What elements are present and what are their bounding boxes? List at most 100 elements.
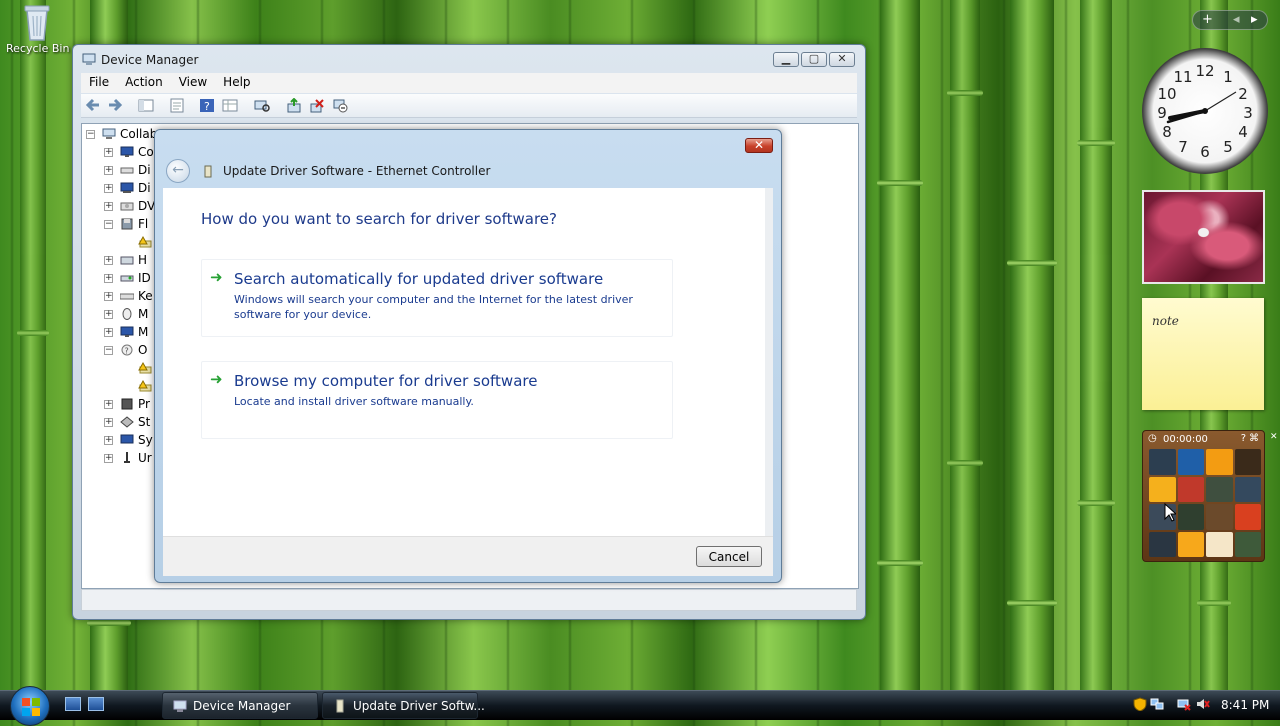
- green-arrow-icon: ➜: [210, 268, 223, 286]
- uninstall-icon[interactable]: [309, 98, 325, 113]
- ethernet-controller-icon: [333, 699, 347, 713]
- clock-gadget[interactable]: 12 1 2 3 4 5 6 7 8 9 10 11: [1142, 48, 1268, 174]
- dialog-header: ← Update Driver Software - Ethernet Cont…: [156, 156, 780, 186]
- puzzle-tile[interactable]: [1234, 476, 1261, 502]
- tree-item-label: Pr: [138, 397, 150, 411]
- forward-arrow-icon[interactable]: [107, 98, 123, 113]
- taskbar-button-label: Device Manager: [193, 699, 291, 713]
- menu-view[interactable]: View: [171, 73, 215, 93]
- dialog-scrollbar[interactable]: [765, 188, 773, 536]
- expand-icon[interactable]: +: [104, 418, 113, 427]
- puzzle-tile[interactable]: [1149, 449, 1176, 475]
- expand-icon[interactable]: +: [104, 400, 113, 409]
- back-arrow-icon: ←: [172, 162, 184, 178]
- console-tree-icon[interactable]: [138, 98, 154, 113]
- puzzle-tile[interactable]: [1206, 504, 1233, 530]
- taskbar-clock[interactable]: 8:41 PM: [1221, 698, 1269, 712]
- network-status-icon[interactable]: [1177, 697, 1191, 711]
- expand-icon[interactable]: +: [104, 328, 113, 337]
- puzzle-tile[interactable]: [1206, 531, 1233, 557]
- puzzle-tile[interactable]: [1234, 531, 1261, 557]
- tree-item-label: Co: [138, 145, 154, 159]
- close-button[interactable]: ✕: [829, 52, 855, 67]
- show-desktop-icon[interactable]: [65, 697, 81, 711]
- scan-hardware-icon[interactable]: [254, 98, 270, 113]
- device-manager-title: Device Manager: [101, 53, 199, 67]
- volume-muted-icon[interactable]: [1196, 697, 1210, 711]
- previous-page-icon[interactable]: ◂: [1233, 12, 1240, 27]
- menu-action[interactable]: Action: [117, 73, 171, 93]
- tree-item-label: H: [138, 253, 148, 267]
- cancel-button[interactable]: Cancel: [696, 546, 762, 567]
- slideshow-gadget[interactable]: [1142, 190, 1265, 284]
- view-icon[interactable]: [222, 98, 238, 113]
- gadget-close-icon[interactable]: ✕: [1270, 432, 1278, 442]
- maximize-icon: ▢: [808, 52, 820, 65]
- maximize-button[interactable]: ▢: [801, 52, 827, 67]
- picture-puzzle-gadget[interactable]: ◷ 00:00:00 ? ⌘: [1142, 430, 1265, 562]
- start-button[interactable]: [10, 686, 50, 726]
- puzzle-tile[interactable]: [1177, 449, 1204, 475]
- update-driver-dialog[interactable]: ✕ ← Update Driver Software - Ethernet Co…: [154, 129, 782, 583]
- collapse-icon[interactable]: −: [104, 346, 113, 355]
- puzzle-tile[interactable]: [1177, 476, 1204, 502]
- next-page-icon[interactable]: ▸: [1251, 12, 1258, 27]
- search-automatically-option[interactable]: ➜ Search automatically for updated drive…: [201, 259, 673, 337]
- mouse-cursor-icon: [1164, 502, 1178, 523]
- device-manager-icon: [82, 53, 96, 66]
- notes-gadget[interactable]: note: [1142, 298, 1264, 410]
- network-icon[interactable]: [1150, 697, 1164, 711]
- back-arrow-icon[interactable]: [85, 98, 101, 113]
- device-manager-titlebar[interactable]: Device Manager ▁ ▢ ✕: [73, 45, 865, 75]
- properties-icon[interactable]: [169, 98, 185, 113]
- menu-help[interactable]: Help: [215, 73, 258, 93]
- gadget-controls: + ◂ ▸: [1192, 10, 1268, 30]
- tree-item-label: DV: [138, 199, 156, 213]
- menu-bar: File Action View Help: [81, 73, 857, 93]
- switch-windows-icon[interactable]: [88, 697, 104, 711]
- taskbar-button-device-manager[interactable]: Device Manager: [162, 692, 318, 719]
- expand-icon[interactable]: +: [104, 184, 113, 193]
- dialog-close-button[interactable]: ✕: [745, 138, 773, 153]
- warning-device-icon: [138, 361, 152, 374]
- expand-icon[interactable]: +: [104, 274, 113, 283]
- expand-icon[interactable]: +: [104, 202, 113, 211]
- add-gadget-icon[interactable]: +: [1202, 12, 1213, 27]
- tree-item-label: Ur: [138, 451, 152, 465]
- timer-icon: ◷: [1148, 433, 1157, 444]
- puzzle-tile[interactable]: [1177, 531, 1204, 557]
- help-icon[interactable]: ?: [199, 98, 215, 113]
- collapse-icon[interactable]: −: [86, 130, 95, 139]
- taskbar-button-label: Update Driver Softw...: [353, 699, 485, 713]
- hid-icon: [120, 254, 134, 266]
- puzzle-tile[interactable]: [1177, 504, 1204, 530]
- expand-icon[interactable]: +: [104, 256, 113, 265]
- expand-icon[interactable]: +: [104, 292, 113, 301]
- expand-icon[interactable]: +: [104, 166, 113, 175]
- collapse-icon[interactable]: −: [104, 220, 113, 229]
- note-text[interactable]: note: [1152, 314, 1179, 328]
- minimize-button[interactable]: ▁: [773, 52, 799, 67]
- expand-icon[interactable]: +: [104, 436, 113, 445]
- recycle-bin[interactable]: Recycle Bin: [6, 2, 69, 55]
- puzzle-tile[interactable]: [1234, 449, 1261, 475]
- taskbar-button-update-driver[interactable]: Update Driver Softw...: [322, 692, 485, 719]
- puzzle-tile[interactable]: [1149, 476, 1176, 502]
- puzzle-tile[interactable]: [1234, 504, 1261, 530]
- dialog-heading: How do you want to search for driver sof…: [201, 210, 557, 228]
- puzzle-tile[interactable]: [1206, 449, 1233, 475]
- menu-file[interactable]: File: [81, 73, 117, 93]
- update-driver-icon[interactable]: [286, 97, 302, 113]
- expand-icon[interactable]: +: [104, 454, 113, 463]
- security-shield-icon[interactable]: [1133, 697, 1147, 712]
- help-icon[interactable]: ?: [1241, 433, 1246, 444]
- puzzle-tile[interactable]: [1206, 476, 1233, 502]
- puzzle-tile[interactable]: [1149, 531, 1176, 557]
- pin-icon[interactable]: ⌘: [1249, 433, 1259, 444]
- expand-icon[interactable]: +: [104, 148, 113, 157]
- browse-computer-option[interactable]: ➜ Browse my computer for driver software…: [201, 361, 673, 439]
- option-title: Browse my computer for driver software: [234, 372, 538, 390]
- disable-device-icon[interactable]: [332, 98, 348, 113]
- expand-icon[interactable]: +: [104, 310, 113, 319]
- back-button[interactable]: ←: [166, 159, 190, 183]
